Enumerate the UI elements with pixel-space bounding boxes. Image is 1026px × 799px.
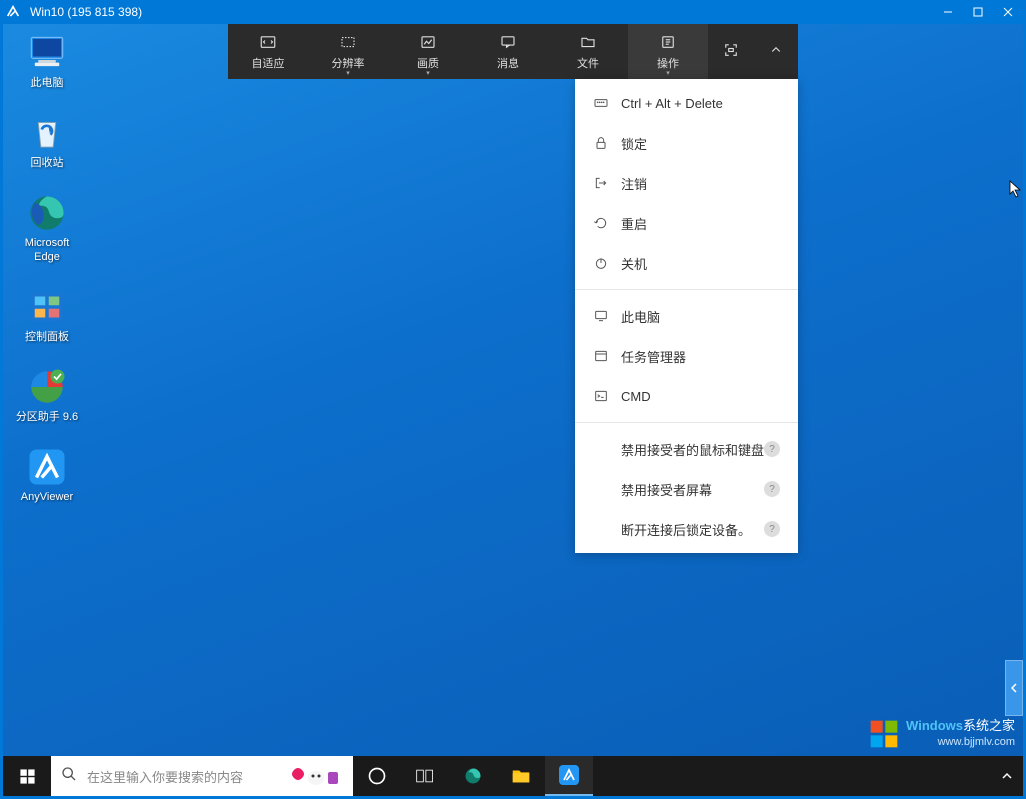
task-view[interactable] xyxy=(401,756,449,796)
restart-icon xyxy=(593,215,621,231)
toolbar-resolution[interactable]: 分辨率 ▾ xyxy=(308,24,388,79)
task-explorer[interactable] xyxy=(497,756,545,796)
desktop-icon-control-panel[interactable]: 控制面板 xyxy=(11,286,83,344)
toolbar-action[interactable]: 操作 ▾ xyxy=(628,24,708,79)
partition-icon xyxy=(26,366,68,408)
system-tray xyxy=(995,756,1023,796)
chevron-down-icon: ▾ xyxy=(346,69,350,77)
anyviewer-icon xyxy=(26,446,68,488)
chevron-down-icon: ▾ xyxy=(666,69,670,77)
search-box[interactable]: 在这里输入你要搜索的内容 xyxy=(51,756,353,796)
separator xyxy=(575,422,798,423)
start-button[interactable] xyxy=(3,756,51,796)
chevron-down-icon: ▾ xyxy=(426,69,430,77)
menu-lock[interactable]: 锁定 xyxy=(575,123,798,163)
menu-logout[interactable]: 注销 xyxy=(575,163,798,203)
message-icon xyxy=(499,32,517,52)
file-icon xyxy=(579,32,597,52)
minimize-button[interactable] xyxy=(934,2,962,22)
action-icon xyxy=(659,32,677,52)
windows-logo-icon xyxy=(868,718,900,750)
help-icon: ? xyxy=(764,481,780,497)
search-decoration-icon xyxy=(287,762,343,790)
toolbar-message[interactable]: 消息 xyxy=(468,24,548,79)
desktop-icon-recycle-bin[interactable]: 回收站 xyxy=(11,112,83,170)
side-tab[interactable] xyxy=(1005,660,1023,716)
watermark: Windows系统之家 www.bjjmlv.com xyxy=(868,718,1015,750)
recycle-icon xyxy=(26,112,68,154)
toolbar-collapse[interactable] xyxy=(753,24,798,79)
pc-icon xyxy=(593,308,621,324)
maximize-button[interactable] xyxy=(964,2,992,22)
menu-this-pc[interactable]: 此电脑 xyxy=(575,296,798,336)
remote-toolbar: 自适应 分辨率 ▾ 画质 ▾ 消息 文件 操作 ▾ xyxy=(228,24,798,79)
window-title: Win10 (195 815 398) xyxy=(30,5,934,19)
task-anyviewer[interactable] xyxy=(545,756,593,796)
fit-icon xyxy=(259,32,277,52)
remote-desktop[interactable]: 自适应 分辨率 ▾ 画质 ▾ 消息 文件 操作 ▾ xyxy=(3,24,1023,796)
separator xyxy=(575,289,798,290)
menu-restart[interactable]: 重启 xyxy=(575,203,798,243)
close-button[interactable] xyxy=(994,2,1022,22)
task-edge[interactable] xyxy=(449,756,497,796)
menu-disable-input[interactable]: 禁用接受者的鼠标和键盘 ? xyxy=(575,429,798,469)
lock-icon xyxy=(593,135,621,151)
power-icon xyxy=(593,255,621,271)
menu-task-manager[interactable]: 任务管理器 xyxy=(575,336,798,376)
app-logo-icon xyxy=(4,3,22,21)
menu-disable-screen[interactable]: 禁用接受者屏幕 ? xyxy=(575,469,798,509)
titlebar: Win10 (195 815 398) xyxy=(0,0,1026,24)
control-panel-icon xyxy=(26,286,68,328)
taskmgr-icon xyxy=(593,348,621,364)
desktop-icon-edge[interactable]: Microsoft Edge xyxy=(11,192,83,263)
help-icon: ? xyxy=(764,441,780,457)
desktop-icon-this-pc[interactable]: 此电脑 xyxy=(11,32,83,90)
cmd-icon xyxy=(593,388,621,404)
task-cortana[interactable] xyxy=(353,756,401,796)
menu-ctrl-alt-del[interactable]: Ctrl + Alt + Delete xyxy=(575,83,798,123)
search-icon xyxy=(61,766,77,787)
taskbar: 在这里输入你要搜索的内容 xyxy=(3,756,1023,796)
help-icon: ? xyxy=(764,521,780,537)
toolbar-file[interactable]: 文件 xyxy=(548,24,628,79)
pc-icon xyxy=(26,32,68,74)
keyboard-icon xyxy=(593,95,621,111)
resolution-icon xyxy=(339,32,357,52)
menu-shutdown[interactable]: 关机 xyxy=(575,243,798,283)
menu-cmd[interactable]: CMD xyxy=(575,376,798,416)
chevron-up-icon xyxy=(767,40,785,60)
desktop-icon-anyviewer[interactable]: AnyViewer xyxy=(11,446,83,504)
cursor-icon xyxy=(1009,180,1021,203)
fullscreen-icon xyxy=(722,40,740,60)
tray-overflow[interactable] xyxy=(995,756,1019,796)
logout-icon xyxy=(593,175,621,191)
toolbar-fit[interactable]: 自适应 xyxy=(228,24,308,79)
edge-icon xyxy=(26,192,68,234)
toolbar-fullscreen[interactable] xyxy=(708,24,753,79)
desktop-icon-partition[interactable]: 分区助手 9.6 xyxy=(11,366,83,424)
menu-lock-on-disconnect[interactable]: 断开连接后锁定设备。 ? xyxy=(575,509,798,549)
search-placeholder: 在这里输入你要搜索的内容 xyxy=(87,767,287,786)
desktop-icons: 此电脑 回收站 Microsoft Edge 控制面板 分区助手 9.6 Any… xyxy=(11,32,83,504)
action-dropdown: Ctrl + Alt + Delete 锁定 注销 重启 关机 此电脑 xyxy=(575,79,798,553)
quality-icon xyxy=(419,32,437,52)
toolbar-quality[interactable]: 画质 ▾ xyxy=(388,24,468,79)
